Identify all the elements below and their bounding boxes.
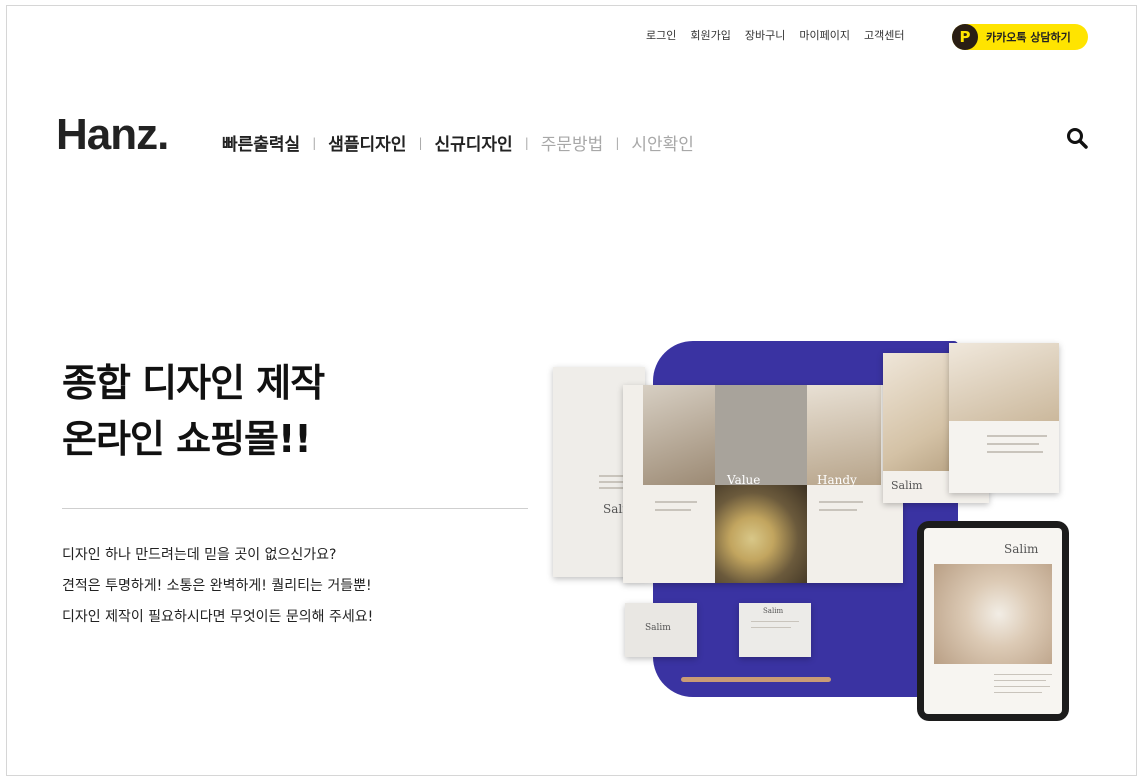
signup-link[interactable]: 회원가입 — [690, 27, 730, 43]
panel-handy-label: Handy — [817, 473, 857, 487]
text-line — [994, 680, 1046, 681]
business-card-back-brand: Salim — [763, 607, 784, 615]
hero-headline: 종합 디자인 제작 온라인 쇼핑몰!! — [62, 355, 325, 467]
text-line — [819, 509, 857, 511]
login-link[interactable]: 로그인 — [646, 27, 676, 43]
mockup-tablet: Salim — [917, 521, 1069, 721]
design-mockup-illustration: Salim Value Handy Salim Salim Salim Sali… — [545, 335, 1070, 730]
hero-headline-line2: 온라인 쇼핑몰!! — [62, 417, 312, 461]
card-brand: Salim — [891, 479, 923, 492]
text-line — [655, 509, 691, 511]
mockup-pencil — [681, 677, 831, 682]
mockup-photo-cups — [949, 343, 1059, 421]
text-line — [655, 501, 697, 503]
text-line — [819, 501, 863, 503]
kakao-consult-label: 카카오톡 상담하기 — [986, 31, 1071, 44]
mockup-photo-branches — [807, 385, 881, 485]
nav-separator: | — [312, 135, 317, 150]
mockup-trifold-brochure: Value Handy — [623, 385, 903, 583]
nav-separator: | — [615, 135, 620, 150]
hero-desc-line1: 디자인 하나 만드려는데 믿을 곳이 없으신가요? — [62, 547, 337, 563]
hero-desc-line3: 디자인 제작이 필요하시다면 무엇이든 문의해 주세요! — [62, 609, 374, 625]
business-card-brand: Salim — [645, 623, 671, 633]
text-line — [994, 674, 1052, 675]
text-line — [994, 692, 1042, 693]
text-line — [987, 435, 1047, 437]
mockup-photo-grey-panel — [715, 385, 807, 485]
tablet-screen: Salim — [924, 528, 1062, 714]
utility-nav: 로그인 회원가입 장바구니 마이페이지 고객센터 — [646, 27, 904, 43]
text-line — [987, 443, 1039, 445]
mockup-photo-spoon — [643, 385, 715, 485]
divider — [62, 508, 528, 509]
nav-separator: | — [524, 135, 529, 150]
site-logo[interactable]: Hanz. — [56, 110, 169, 160]
text-line — [751, 627, 791, 628]
mockup-business-card-back: Salim — [739, 603, 811, 657]
tablet-brand: Salim — [1004, 542, 1039, 556]
hero-description: 디자인 하나 만드려는데 믿을 곳이 없으신가요? 견적은 투명하게! 소통은 … — [62, 540, 373, 633]
nav-item-sample-design[interactable]: 샘플디자인 — [328, 130, 406, 155]
nav-separator: | — [418, 135, 423, 150]
nav-item-new-design[interactable]: 신규디자인 — [435, 130, 513, 155]
main-nav: 빠른출력실 | 샘플디자인 | 신규디자인 | 주문방법 | 시안확인 — [222, 130, 694, 155]
text-line — [994, 686, 1050, 687]
nav-item-how-to-order[interactable]: 주문방법 — [541, 130, 604, 155]
kakao-consult-button[interactable]: P 카카오톡 상담하기 — [952, 24, 1088, 50]
nav-item-proof-check[interactable]: 시안확인 — [631, 130, 694, 155]
mypage-link[interactable]: 마이페이지 — [799, 27, 850, 43]
mockup-business-card-front: Salim — [625, 603, 697, 657]
kakao-plus-icon: P — [952, 24, 978, 50]
text-line — [751, 621, 799, 622]
mockup-photo-lemon-tea — [715, 485, 807, 583]
tablet-photo-glass — [934, 564, 1052, 664]
nav-item-quick-print[interactable]: 빠른출력실 — [222, 130, 300, 155]
search-icon[interactable] — [1066, 127, 1088, 149]
cart-link[interactable]: 장바구니 — [745, 27, 785, 43]
hero-headline-line1: 종합 디자인 제작 — [62, 361, 325, 405]
hero-desc-line2: 견적은 투명하게! 소통은 완벽하게! 퀄리티는 거들뿐! — [62, 578, 372, 594]
text-line — [987, 451, 1043, 453]
customer-center-link[interactable]: 고객센터 — [864, 27, 904, 43]
mockup-flyer — [949, 343, 1059, 493]
